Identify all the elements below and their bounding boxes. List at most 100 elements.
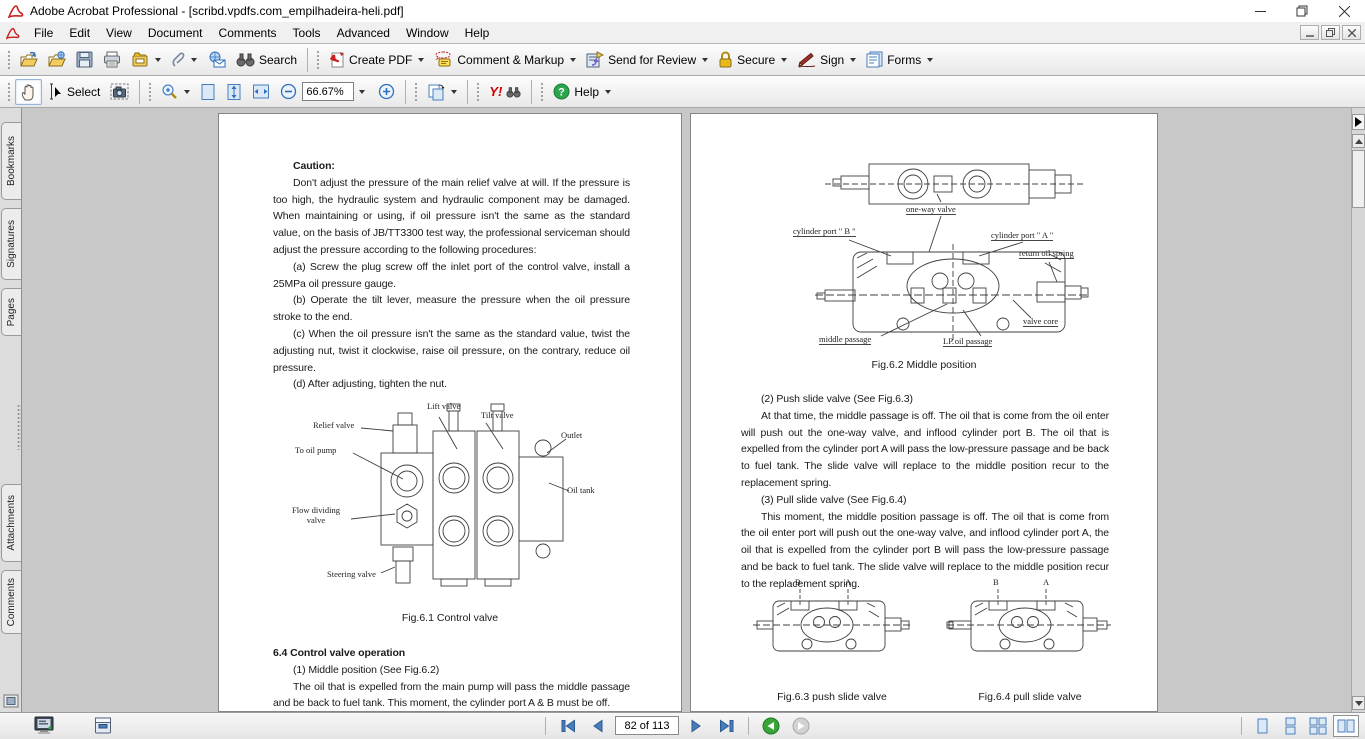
- push-slide-valve-drawing: [747, 581, 917, 673]
- yahoo-logo: Y!: [489, 84, 502, 99]
- menu-comments[interactable]: Comments: [211, 23, 285, 43]
- toolbar-grip[interactable]: [147, 81, 152, 103]
- close-button[interactable]: [1323, 0, 1365, 22]
- document-minimize-button[interactable]: [1300, 25, 1319, 40]
- previous-page-button[interactable]: [585, 715, 611, 736]
- toolbar-separator: [405, 80, 406, 104]
- tab-attachments-label: Attachments: [6, 495, 17, 551]
- open-folder-icon: [20, 51, 38, 68]
- tab-bookmarks[interactable]: Bookmarks: [1, 122, 21, 200]
- zoom-in-button[interactable]: [373, 79, 400, 105]
- search-button[interactable]: Search: [231, 47, 302, 73]
- facing-layout-button[interactable]: [1333, 715, 1359, 737]
- tab-attachments[interactable]: Attachments: [1, 484, 21, 562]
- organizer-button[interactable]: [126, 47, 166, 73]
- para-1: The oil that is expelled from the main p…: [273, 679, 630, 712]
- save-button[interactable]: [71, 47, 98, 73]
- fig-label-lp-oil-passage: LP oil passage: [943, 336, 992, 347]
- status-drawer-icon[interactable]: [94, 716, 112, 735]
- continuous-layout-button[interactable]: [1277, 715, 1303, 737]
- menu-help[interactable]: Help: [457, 23, 498, 43]
- attach-button[interactable]: [166, 47, 202, 73]
- zoom-level-dropdown[interactable]: [354, 82, 367, 101]
- tab-signatures[interactable]: Signatures: [1, 208, 21, 280]
- toolbar-grip[interactable]: [315, 49, 320, 71]
- sign-button[interactable]: Sign: [792, 47, 861, 73]
- menu-window[interactable]: Window: [398, 23, 457, 43]
- zoom-tool-button[interactable]: [156, 79, 195, 105]
- statusbar-separator: [545, 717, 546, 735]
- menu-file[interactable]: File: [26, 23, 61, 43]
- tab-comments[interactable]: Comments: [1, 570, 21, 634]
- fig-label-to-oil-pump: To oil pump: [295, 445, 336, 455]
- continuous-facing-icon: [1308, 717, 1328, 735]
- tab-pages[interactable]: Pages: [1, 288, 21, 336]
- yahoo-search-button[interactable]: Y!: [484, 79, 526, 105]
- next-page-button[interactable]: [683, 715, 709, 736]
- fig-label-one-way-valve: one-way valve: [906, 204, 956, 215]
- step-b: (b) Operate the tilt lever, measure the …: [273, 292, 630, 326]
- create-pdf-button[interactable]: Create PDF: [324, 47, 429, 73]
- open-web-button[interactable]: [43, 47, 71, 73]
- fit-height-button[interactable]: [221, 79, 247, 105]
- send-review-button[interactable]: Send for Review: [581, 47, 713, 73]
- fit-page-button[interactable]: [195, 79, 221, 105]
- document-view-area[interactable]: Caution: Don't adjust the pressure of th…: [22, 108, 1351, 712]
- dropdown-arrow-icon: [359, 90, 365, 94]
- previous-view-button[interactable]: [758, 715, 784, 736]
- document-close-button[interactable]: [1342, 25, 1361, 40]
- search-button-label: Search: [259, 53, 297, 67]
- menu-document[interactable]: Document: [140, 23, 211, 43]
- forms-button[interactable]: Forms: [861, 47, 938, 73]
- comment-markup-button[interactable]: Comment & Markup: [429, 47, 581, 73]
- zoom-out-button[interactable]: [275, 79, 302, 105]
- scrollbar-thumb[interactable]: [1352, 150, 1365, 208]
- email-button[interactable]: [202, 47, 231, 73]
- screen-mode-icon[interactable]: [34, 716, 54, 735]
- dropdown-arrow-icon: [191, 58, 197, 62]
- next-view-button[interactable]: [788, 715, 814, 736]
- panel-splitter[interactable]: [17, 404, 21, 450]
- toolbar-grip[interactable]: [413, 81, 418, 103]
- single-page-layout-button[interactable]: [1249, 715, 1275, 737]
- fig-label-lift-valve: Lift valve: [427, 401, 460, 411]
- show-pane-arrow-button[interactable]: [1352, 114, 1365, 130]
- toolbar-separator: [307, 48, 308, 72]
- vertical-scrollbar[interactable]: [1351, 108, 1365, 712]
- fit-width-button[interactable]: [247, 79, 275, 105]
- scroll-up-button[interactable]: [1352, 134, 1365, 148]
- pdf-page-82-left[interactable]: Caution: Don't adjust the pressure of th…: [218, 113, 682, 712]
- menu-advanced[interactable]: Advanced: [329, 23, 398, 43]
- snapshot-button[interactable]: [105, 79, 134, 105]
- print-button[interactable]: [98, 47, 126, 73]
- view-toolbar: Select: [0, 76, 1365, 108]
- toolbar-grip[interactable]: [475, 81, 480, 103]
- menu-view[interactable]: View: [98, 23, 140, 43]
- minimize-button[interactable]: [1239, 0, 1281, 22]
- secure-button[interactable]: Secure: [713, 47, 792, 73]
- panel-options-icon[interactable]: [3, 694, 19, 708]
- hand-tool-button[interactable]: [15, 79, 42, 105]
- last-page-button[interactable]: [713, 715, 739, 736]
- create-pdf-icon: [329, 51, 345, 68]
- help-button[interactable]: ? Help: [548, 79, 616, 105]
- toolbar-grip[interactable]: [6, 81, 11, 103]
- scroll-down-button[interactable]: [1352, 696, 1365, 710]
- last-page-icon: [718, 719, 735, 733]
- page-number-input[interactable]: [615, 716, 679, 735]
- pdf-page-83-right[interactable]: one-way valve cylinder port " B " cylind…: [690, 113, 1158, 712]
- continuous-facing-layout-button[interactable]: [1305, 715, 1331, 737]
- toolbar-grip[interactable]: [539, 81, 544, 103]
- toolbar-grip[interactable]: [6, 49, 11, 71]
- menu-tools[interactable]: Tools: [285, 23, 329, 43]
- select-tool-button[interactable]: Select: [42, 79, 105, 105]
- first-page-button[interactable]: [555, 715, 581, 736]
- zoom-level-input[interactable]: [302, 82, 354, 101]
- document-restore-button[interactable]: [1321, 25, 1340, 40]
- menu-edit[interactable]: Edit: [61, 23, 98, 43]
- restore-button[interactable]: [1281, 0, 1323, 22]
- first-page-icon: [560, 719, 577, 733]
- menu-bar: File Edit View Document Comments Tools A…: [0, 22, 1365, 44]
- page-display-button[interactable]: [422, 79, 462, 105]
- open-button[interactable]: [15, 47, 43, 73]
